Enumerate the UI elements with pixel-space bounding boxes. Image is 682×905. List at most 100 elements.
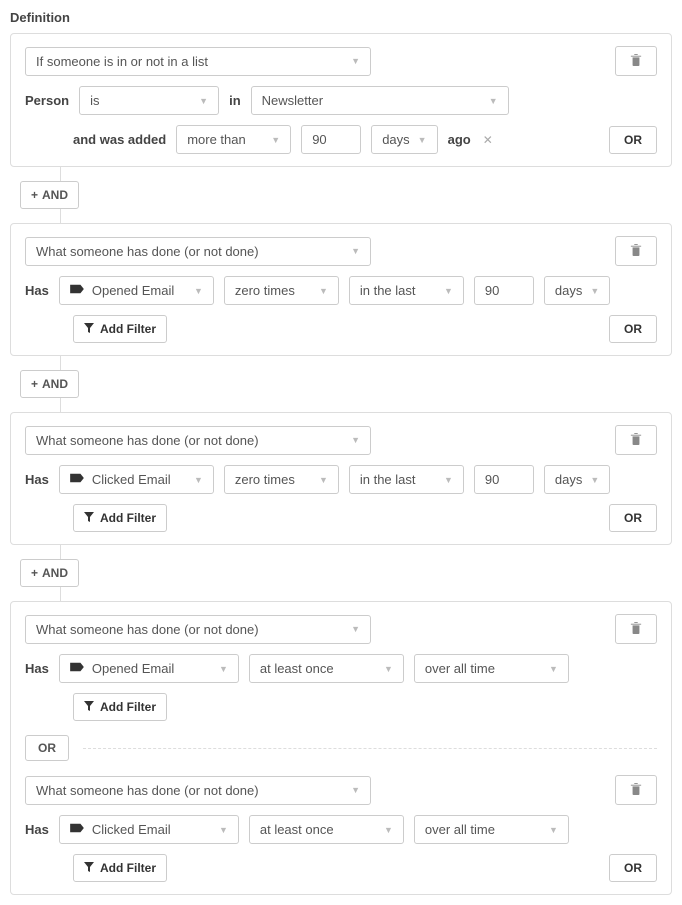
connector-line xyxy=(60,587,61,601)
condition-type-label: What someone has done (or not done) xyxy=(36,433,259,448)
is-label: is xyxy=(90,93,99,108)
chevron-down-icon: ▼ xyxy=(489,96,498,106)
add-filter-button[interactable]: Add Filter xyxy=(73,854,167,882)
close-icon[interactable]: ✕ xyxy=(483,133,493,147)
list-select[interactable]: Newsletter ▼ xyxy=(251,86,509,115)
chevron-down-icon: ▼ xyxy=(351,246,360,256)
condition-type-label: What someone has done (or not done) xyxy=(36,622,259,637)
and-button[interactable]: +AND xyxy=(20,370,79,398)
value-input[interactable] xyxy=(474,276,534,305)
unit-select[interactable]: days ▼ xyxy=(544,276,610,305)
chevron-down-icon: ▼ xyxy=(271,135,280,145)
condition-type-label: What someone has done (or not done) xyxy=(36,244,259,259)
chevron-down-icon: ▼ xyxy=(590,475,599,485)
trash-icon xyxy=(630,243,642,260)
frequency-select[interactable]: at least once ▼ xyxy=(249,654,404,683)
frequency-select[interactable]: at least once ▼ xyxy=(249,815,404,844)
and-button[interactable]: +AND xyxy=(20,559,79,587)
connector-line xyxy=(60,209,61,223)
plus-icon: + xyxy=(31,566,38,580)
condition-type-select[interactable]: What someone has done (or not done) ▼ xyxy=(25,426,371,455)
connector-line xyxy=(60,545,61,559)
add-filter-button[interactable]: Add Filter xyxy=(73,693,167,721)
or-button[interactable]: OR xyxy=(609,854,657,882)
chevron-down-icon: ▼ xyxy=(351,56,360,66)
or-button[interactable]: OR xyxy=(609,315,657,343)
trash-icon xyxy=(630,53,642,70)
event-select[interactable]: Opened Email ▼ xyxy=(59,654,239,683)
range-select[interactable]: in the last ▼ xyxy=(349,276,464,305)
value-input[interactable] xyxy=(474,465,534,494)
list-label: Newsletter xyxy=(262,93,323,108)
chevron-down-icon: ▼ xyxy=(194,286,203,296)
condition-block-2: What someone has done (or not done) ▼ Ha… xyxy=(10,223,672,356)
chevron-down-icon: ▼ xyxy=(199,96,208,106)
connector-line xyxy=(60,356,61,370)
condition-type-select[interactable]: If someone is in or not in a list ▼ xyxy=(25,47,371,76)
tag-icon xyxy=(70,661,84,676)
chevron-down-icon: ▼ xyxy=(590,286,599,296)
chevron-down-icon: ▼ xyxy=(351,435,360,445)
or-button[interactable]: OR xyxy=(609,504,657,532)
person-label: Person xyxy=(25,93,69,108)
connector-line xyxy=(60,398,61,412)
unit-label: days xyxy=(555,472,582,487)
unit-select[interactable]: days ▼ xyxy=(371,125,437,154)
value-input[interactable] xyxy=(301,125,361,154)
condition-type-select[interactable]: What someone has done (or not done) ▼ xyxy=(25,237,371,266)
delete-button[interactable] xyxy=(615,425,657,455)
event-select[interactable]: Opened Email ▼ xyxy=(59,276,214,305)
page-title: Definition xyxy=(10,10,672,25)
chevron-down-icon: ▼ xyxy=(384,664,393,674)
trash-icon xyxy=(630,782,642,799)
chevron-down-icon: ▼ xyxy=(549,825,558,835)
chevron-down-icon: ▼ xyxy=(444,475,453,485)
tag-icon xyxy=(70,822,84,837)
add-filter-button[interactable]: Add Filter xyxy=(73,315,167,343)
condition-type-select[interactable]: What someone has done (or not done) ▼ xyxy=(25,776,371,805)
range-select[interactable]: over all time ▼ xyxy=(414,815,569,844)
trash-icon xyxy=(630,621,642,638)
range-label: over all time xyxy=(425,661,495,676)
comparator-label: more than xyxy=(187,132,246,147)
delete-button[interactable] xyxy=(615,46,657,76)
delete-button[interactable] xyxy=(615,775,657,805)
range-select[interactable]: over all time ▼ xyxy=(414,654,569,683)
chevron-down-icon: ▼ xyxy=(418,135,427,145)
frequency-label: zero times xyxy=(235,472,295,487)
event-select[interactable]: Clicked Email ▼ xyxy=(59,815,239,844)
frequency-label: at least once xyxy=(260,822,334,837)
or-button[interactable]: OR xyxy=(609,126,657,154)
add-filter-button[interactable]: Add Filter xyxy=(73,504,167,532)
condition-block-1: If someone is in or not in a list ▼ Pers… xyxy=(10,33,672,167)
has-label: Has xyxy=(25,822,49,837)
condition-type-label: If someone is in or not in a list xyxy=(36,54,208,69)
filter-icon xyxy=(84,861,94,875)
has-label: Has xyxy=(25,661,49,676)
range-label: over all time xyxy=(425,822,495,837)
plus-icon: + xyxy=(31,188,38,202)
chevron-down-icon: ▼ xyxy=(319,475,328,485)
event-select[interactable]: Clicked Email ▼ xyxy=(59,465,214,494)
delete-button[interactable] xyxy=(615,614,657,644)
chevron-down-icon: ▼ xyxy=(194,475,203,485)
comparator-select[interactable]: more than ▼ xyxy=(176,125,291,154)
condition-type-select[interactable]: What someone has done (or not done) ▼ xyxy=(25,615,371,644)
range-select[interactable]: in the last ▼ xyxy=(349,465,464,494)
chevron-down-icon: ▼ xyxy=(351,785,360,795)
has-label: Has xyxy=(25,472,49,487)
frequency-label: zero times xyxy=(235,283,295,298)
frequency-select[interactable]: zero times ▼ xyxy=(224,276,339,305)
trash-icon xyxy=(630,432,642,449)
and-button[interactable]: +AND xyxy=(20,181,79,209)
is-select[interactable]: is ▼ xyxy=(79,86,219,115)
condition-type-label: What someone has done (or not done) xyxy=(36,783,259,798)
event-label: Clicked Email xyxy=(92,822,171,837)
delete-button[interactable] xyxy=(615,236,657,266)
unit-label: days xyxy=(555,283,582,298)
chevron-down-icon: ▼ xyxy=(384,825,393,835)
chevron-down-icon: ▼ xyxy=(549,664,558,674)
unit-select[interactable]: days ▼ xyxy=(544,465,610,494)
or-pill-button[interactable]: OR xyxy=(25,735,69,761)
frequency-select[interactable]: zero times ▼ xyxy=(224,465,339,494)
